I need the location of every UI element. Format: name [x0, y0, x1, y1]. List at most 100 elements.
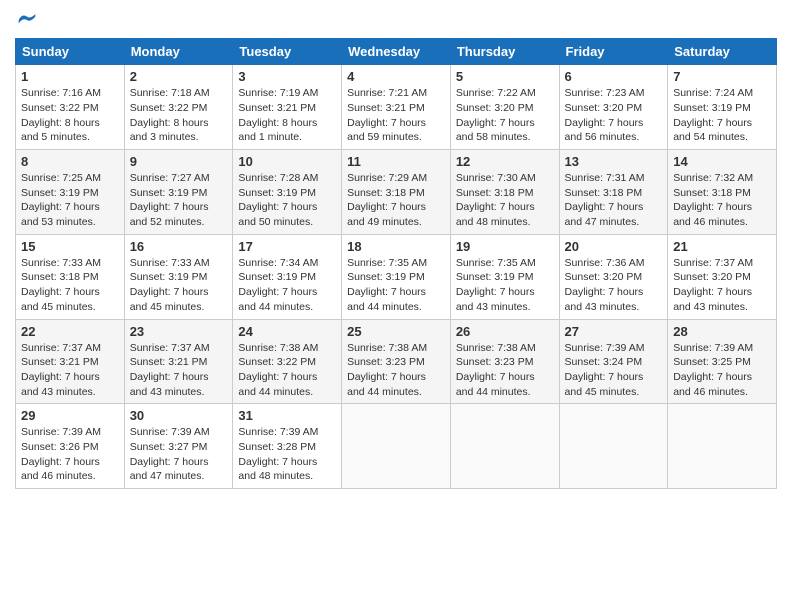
- calendar-day-cell: 31 Sunrise: 7:39 AM Sunset: 3:28 PM Dayl…: [233, 404, 342, 489]
- page-container: SundayMondayTuesdayWednesdayThursdayFrid…: [0, 0, 792, 499]
- calendar-table: SundayMondayTuesdayWednesdayThursdayFrid…: [15, 38, 777, 489]
- day-number: 15: [21, 239, 119, 254]
- day-info: Sunrise: 7:35 AM Sunset: 3:19 PM Dayligh…: [456, 256, 554, 315]
- calendar-day-cell: 26 Sunrise: 7:38 AM Sunset: 3:23 PM Dayl…: [450, 319, 559, 404]
- calendar-day-cell: 2 Sunrise: 7:18 AM Sunset: 3:22 PM Dayli…: [124, 65, 233, 150]
- calendar-day-cell: 18 Sunrise: 7:35 AM Sunset: 3:19 PM Dayl…: [342, 234, 451, 319]
- day-header-wednesday: Wednesday: [342, 39, 451, 65]
- calendar-day-cell: 15 Sunrise: 7:33 AM Sunset: 3:18 PM Dayl…: [16, 234, 125, 319]
- calendar-day-cell: 22 Sunrise: 7:37 AM Sunset: 3:21 PM Dayl…: [16, 319, 125, 404]
- day-info: Sunrise: 7:32 AM Sunset: 3:18 PM Dayligh…: [673, 171, 771, 230]
- day-info: Sunrise: 7:39 AM Sunset: 3:28 PM Dayligh…: [238, 425, 336, 484]
- calendar-day-cell: 7 Sunrise: 7:24 AM Sunset: 3:19 PM Dayli…: [668, 65, 777, 150]
- day-info: Sunrise: 7:25 AM Sunset: 3:19 PM Dayligh…: [21, 171, 119, 230]
- calendar-day-cell: 27 Sunrise: 7:39 AM Sunset: 3:24 PM Dayl…: [559, 319, 668, 404]
- calendar-day-cell: 25 Sunrise: 7:38 AM Sunset: 3:23 PM Dayl…: [342, 319, 451, 404]
- day-info: Sunrise: 7:24 AM Sunset: 3:19 PM Dayligh…: [673, 86, 771, 145]
- day-number: 16: [130, 239, 228, 254]
- day-number: 24: [238, 324, 336, 339]
- calendar-week-row: 8 Sunrise: 7:25 AM Sunset: 3:19 PM Dayli…: [16, 150, 777, 235]
- day-info: Sunrise: 7:37 AM Sunset: 3:21 PM Dayligh…: [21, 341, 119, 400]
- calendar-day-cell: 19 Sunrise: 7:35 AM Sunset: 3:19 PM Dayl…: [450, 234, 559, 319]
- calendar-day-cell: 5 Sunrise: 7:22 AM Sunset: 3:20 PM Dayli…: [450, 65, 559, 150]
- day-info: Sunrise: 7:35 AM Sunset: 3:19 PM Dayligh…: [347, 256, 445, 315]
- day-number: 21: [673, 239, 771, 254]
- day-info: Sunrise: 7:23 AM Sunset: 3:20 PM Dayligh…: [565, 86, 663, 145]
- day-number: 9: [130, 154, 228, 169]
- calendar-day-cell: 17 Sunrise: 7:34 AM Sunset: 3:19 PM Dayl…: [233, 234, 342, 319]
- day-info: Sunrise: 7:16 AM Sunset: 3:22 PM Dayligh…: [21, 86, 119, 145]
- day-info: Sunrise: 7:31 AM Sunset: 3:18 PM Dayligh…: [565, 171, 663, 230]
- day-number: 7: [673, 69, 771, 84]
- day-number: 20: [565, 239, 663, 254]
- day-info: Sunrise: 7:33 AM Sunset: 3:19 PM Dayligh…: [130, 256, 228, 315]
- calendar-day-cell: 13 Sunrise: 7:31 AM Sunset: 3:18 PM Dayl…: [559, 150, 668, 235]
- day-info: Sunrise: 7:34 AM Sunset: 3:19 PM Dayligh…: [238, 256, 336, 315]
- day-header-thursday: Thursday: [450, 39, 559, 65]
- logo: [15, 10, 37, 30]
- calendar-day-cell: 28 Sunrise: 7:39 AM Sunset: 3:25 PM Dayl…: [668, 319, 777, 404]
- day-number: 29: [21, 408, 119, 423]
- day-header-friday: Friday: [559, 39, 668, 65]
- calendar-day-cell: [559, 404, 668, 489]
- calendar-header-row: SundayMondayTuesdayWednesdayThursdayFrid…: [16, 39, 777, 65]
- header: [15, 10, 777, 30]
- calendar-day-cell: 12 Sunrise: 7:30 AM Sunset: 3:18 PM Dayl…: [450, 150, 559, 235]
- day-number: 2: [130, 69, 228, 84]
- day-info: Sunrise: 7:38 AM Sunset: 3:23 PM Dayligh…: [347, 341, 445, 400]
- day-info: Sunrise: 7:36 AM Sunset: 3:20 PM Dayligh…: [565, 256, 663, 315]
- day-number: 18: [347, 239, 445, 254]
- calendar-day-cell: [342, 404, 451, 489]
- day-info: Sunrise: 7:39 AM Sunset: 3:24 PM Dayligh…: [565, 341, 663, 400]
- calendar-week-row: 29 Sunrise: 7:39 AM Sunset: 3:26 PM Dayl…: [16, 404, 777, 489]
- calendar-day-cell: 21 Sunrise: 7:37 AM Sunset: 3:20 PM Dayl…: [668, 234, 777, 319]
- day-number: 28: [673, 324, 771, 339]
- calendar-day-cell: 3 Sunrise: 7:19 AM Sunset: 3:21 PM Dayli…: [233, 65, 342, 150]
- day-number: 1: [21, 69, 119, 84]
- day-number: 4: [347, 69, 445, 84]
- day-number: 25: [347, 324, 445, 339]
- day-number: 23: [130, 324, 228, 339]
- calendar-day-cell: 10 Sunrise: 7:28 AM Sunset: 3:19 PM Dayl…: [233, 150, 342, 235]
- day-number: 31: [238, 408, 336, 423]
- day-header-sunday: Sunday: [16, 39, 125, 65]
- calendar-day-cell: 1 Sunrise: 7:16 AM Sunset: 3:22 PM Dayli…: [16, 65, 125, 150]
- day-info: Sunrise: 7:18 AM Sunset: 3:22 PM Dayligh…: [130, 86, 228, 145]
- calendar-day-cell: 29 Sunrise: 7:39 AM Sunset: 3:26 PM Dayl…: [16, 404, 125, 489]
- calendar-week-row: 22 Sunrise: 7:37 AM Sunset: 3:21 PM Dayl…: [16, 319, 777, 404]
- logo-text: [15, 10, 37, 30]
- day-number: 19: [456, 239, 554, 254]
- day-info: Sunrise: 7:22 AM Sunset: 3:20 PM Dayligh…: [456, 86, 554, 145]
- day-info: Sunrise: 7:39 AM Sunset: 3:26 PM Dayligh…: [21, 425, 119, 484]
- calendar-week-row: 15 Sunrise: 7:33 AM Sunset: 3:18 PM Dayl…: [16, 234, 777, 319]
- day-info: Sunrise: 7:39 AM Sunset: 3:25 PM Dayligh…: [673, 341, 771, 400]
- day-header-saturday: Saturday: [668, 39, 777, 65]
- day-info: Sunrise: 7:38 AM Sunset: 3:23 PM Dayligh…: [456, 341, 554, 400]
- day-info: Sunrise: 7:29 AM Sunset: 3:18 PM Dayligh…: [347, 171, 445, 230]
- day-header-monday: Monday: [124, 39, 233, 65]
- day-info: Sunrise: 7:21 AM Sunset: 3:21 PM Dayligh…: [347, 86, 445, 145]
- calendar-day-cell: 14 Sunrise: 7:32 AM Sunset: 3:18 PM Dayl…: [668, 150, 777, 235]
- calendar-day-cell: [450, 404, 559, 489]
- day-header-tuesday: Tuesday: [233, 39, 342, 65]
- calendar-day-cell: 4 Sunrise: 7:21 AM Sunset: 3:21 PM Dayli…: [342, 65, 451, 150]
- day-info: Sunrise: 7:37 AM Sunset: 3:20 PM Dayligh…: [673, 256, 771, 315]
- calendar-day-cell: 20 Sunrise: 7:36 AM Sunset: 3:20 PM Dayl…: [559, 234, 668, 319]
- day-number: 30: [130, 408, 228, 423]
- calendar-day-cell: [668, 404, 777, 489]
- calendar-day-cell: 6 Sunrise: 7:23 AM Sunset: 3:20 PM Dayli…: [559, 65, 668, 150]
- day-number: 26: [456, 324, 554, 339]
- day-info: Sunrise: 7:19 AM Sunset: 3:21 PM Dayligh…: [238, 86, 336, 145]
- day-info: Sunrise: 7:37 AM Sunset: 3:21 PM Dayligh…: [130, 341, 228, 400]
- day-number: 10: [238, 154, 336, 169]
- calendar-day-cell: 11 Sunrise: 7:29 AM Sunset: 3:18 PM Dayl…: [342, 150, 451, 235]
- day-info: Sunrise: 7:28 AM Sunset: 3:19 PM Dayligh…: [238, 171, 336, 230]
- day-number: 6: [565, 69, 663, 84]
- calendar-day-cell: 23 Sunrise: 7:37 AM Sunset: 3:21 PM Dayl…: [124, 319, 233, 404]
- day-number: 12: [456, 154, 554, 169]
- day-number: 5: [456, 69, 554, 84]
- calendar-week-row: 1 Sunrise: 7:16 AM Sunset: 3:22 PM Dayli…: [16, 65, 777, 150]
- calendar-day-cell: 9 Sunrise: 7:27 AM Sunset: 3:19 PM Dayli…: [124, 150, 233, 235]
- day-number: 14: [673, 154, 771, 169]
- day-number: 17: [238, 239, 336, 254]
